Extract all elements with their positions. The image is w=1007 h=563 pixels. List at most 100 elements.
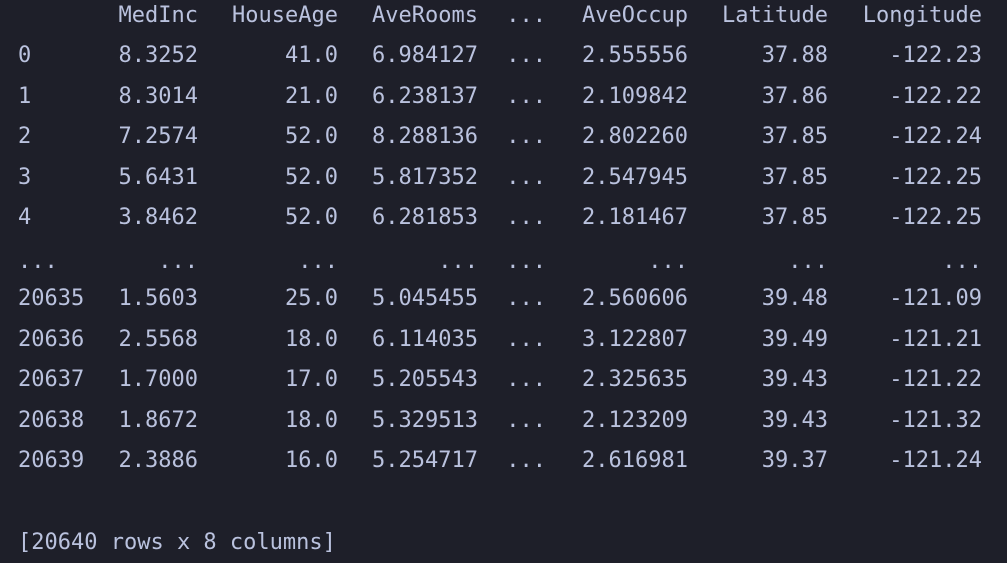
cell-aveoccup: 2.802260 — [582, 124, 688, 149]
table-header: MedInc HouseAge AveRooms ... AveOccup La… — [0, 0, 1007, 36]
cell-averooms: 5.329513 — [372, 408, 478, 433]
table-row: 1 8.3014 21.0 6.238137... 2.109842 37.86 -122.… — [0, 77, 1007, 117]
cell-medinc: 8.3014 — [118, 84, 198, 109]
cell-longitude: -121.32 — [889, 408, 982, 433]
cell-longitude: -122.25 — [889, 165, 982, 190]
column-header-ellipsis: ... — [506, 3, 546, 28]
row-index: 20635 — [18, 286, 85, 311]
cell-ellipsis: ... — [506, 327, 546, 352]
cell-longitude: -122.23 — [889, 43, 982, 68]
cell-medinc: 1.8672 — [118, 408, 198, 433]
cell-ellipsis: ... — [506, 367, 546, 392]
row-index: 20637 — [18, 367, 85, 392]
cell-ellipsis: ... — [506, 448, 546, 473]
table-row: 20638 1.8672 18.0 5.329513... 2.123209 39.43 -… — [0, 401, 1007, 441]
table-row: 3 5.6431 52.0 5.817352... 2.547945 37.85 -122.… — [0, 158, 1007, 198]
cell-medinc: 5.6431 — [118, 165, 198, 190]
cell-longitude: ... — [942, 249, 982, 274]
table-row: 4 3.8462 52.0 6.281853... 2.181467 37.85 -122.… — [0, 198, 1007, 238]
column-header-longitude: Longitude — [862, 3, 982, 28]
cell-ellipsis: ... — [506, 124, 546, 149]
column-header-houseage: HouseAge — [232, 3, 338, 28]
console-output: MedInc HouseAge AveRooms ... AveOccup La… — [0, 0, 1007, 561]
cell-houseage: 52.0 — [285, 205, 338, 230]
cell-aveoccup: 2.109842 — [582, 84, 688, 109]
cell-latitude: 39.43 — [761, 367, 828, 392]
column-header-aveoccup: AveOccup — [582, 3, 688, 28]
cell-ellipsis: ... — [506, 84, 546, 109]
row-index: ... — [18, 249, 58, 274]
cell-ellipsis: ... — [506, 249, 546, 274]
cell-longitude: -122.25 — [889, 205, 982, 230]
table-row: 2 7.2574 52.0 8.288136... 2.802260 37.85 -122.… — [0, 117, 1007, 157]
row-index: 3 — [18, 165, 32, 190]
cell-longitude: -121.21 — [889, 327, 982, 352]
row-index: 4 — [18, 205, 32, 230]
cell-houseage: 21.0 — [285, 84, 338, 109]
cell-houseage: ... — [298, 249, 338, 274]
cell-houseage: 18.0 — [285, 408, 338, 433]
table-summary: [20640 rows x 8 columns] — [18, 530, 336, 555]
cell-aveoccup: 2.616981 — [582, 448, 688, 473]
row-index: 0 — [18, 43, 32, 68]
cell-houseage: 17.0 — [285, 367, 338, 392]
cell-latitude: 37.85 — [761, 165, 828, 190]
cell-houseage: 41.0 — [285, 43, 338, 68]
cell-aveoccup: 2.181467 — [582, 205, 688, 230]
cell-longitude: -122.22 — [889, 84, 982, 109]
table-row: 20639 2.3886 16.0 5.254717... 2.616981 39.37 -… — [0, 441, 1007, 481]
cell-houseage: 52.0 — [285, 124, 338, 149]
cell-latitude: 37.86 — [761, 84, 828, 109]
cell-aveoccup: 3.122807 — [582, 327, 688, 352]
cell-longitude: -121.09 — [889, 286, 982, 311]
cell-houseage: 52.0 — [285, 165, 338, 190]
cell-averooms: 6.984127 — [372, 43, 478, 68]
cell-longitude: -122.24 — [889, 124, 982, 149]
table-row: 20635 1.5603 25.0 5.045455... 2.560606 39.48 -… — [0, 279, 1007, 319]
cell-latitude: ... — [788, 249, 828, 274]
row-index: 20639 — [18, 448, 85, 473]
cell-medinc: 1.5603 — [118, 286, 198, 311]
cell-medinc: 1.7000 — [118, 367, 198, 392]
cell-medinc: 8.3252 — [118, 43, 198, 68]
table-row: ........................ — [0, 242, 1007, 282]
row-index: 20638 — [18, 408, 85, 433]
cell-ellipsis: ... — [506, 165, 546, 190]
cell-aveoccup: 2.555556 — [582, 43, 688, 68]
row-index: 2 — [18, 124, 32, 149]
cell-aveoccup: 2.123209 — [582, 408, 688, 433]
cell-averooms: 5.254717 — [372, 448, 478, 473]
cell-averooms: ... — [438, 249, 478, 274]
table-row: 0 8.3252 41.0 6.984127... 2.555556 37.88 -122.… — [0, 36, 1007, 76]
cell-latitude: 37.85 — [761, 124, 828, 149]
cell-medinc: 3.8462 — [118, 205, 198, 230]
cell-ellipsis: ... — [506, 286, 546, 311]
cell-latitude: 39.43 — [761, 408, 828, 433]
cell-medinc: ... — [158, 249, 198, 274]
cell-aveoccup: 2.560606 — [582, 286, 688, 311]
cell-latitude: 39.48 — [761, 286, 828, 311]
cell-longitude: -121.24 — [889, 448, 982, 473]
cell-houseage: 25.0 — [285, 286, 338, 311]
cell-houseage: 16.0 — [285, 448, 338, 473]
cell-medinc: 7.2574 — [118, 124, 198, 149]
column-header-medinc: MedInc — [118, 3, 198, 28]
cell-ellipsis: ... — [506, 43, 546, 68]
cell-ellipsis: ... — [506, 408, 546, 433]
cell-averooms: 5.045455 — [372, 286, 478, 311]
cell-averooms: 5.205543 — [372, 367, 478, 392]
row-index: 20636 — [18, 327, 85, 352]
cell-averooms: 8.288136 — [372, 124, 478, 149]
cell-aveoccup: 2.547945 — [582, 165, 688, 190]
cell-houseage: 18.0 — [285, 327, 338, 352]
table-row: 20636 2.5568 18.0 6.114035... 3.122807 39.49 -… — [0, 320, 1007, 360]
table-row: 20637 1.7000 17.0 5.205543... 2.325635 39.43 -… — [0, 360, 1007, 400]
cell-longitude: -121.22 — [889, 367, 982, 392]
cell-aveoccup: 2.325635 — [582, 367, 688, 392]
cell-ellipsis: ... — [506, 205, 546, 230]
cell-averooms: 5.817352 — [372, 165, 478, 190]
column-header-latitude: Latitude — [722, 3, 828, 28]
cell-medinc: 2.3886 — [118, 448, 198, 473]
row-index: 1 — [18, 84, 32, 109]
cell-latitude: 39.49 — [761, 327, 828, 352]
